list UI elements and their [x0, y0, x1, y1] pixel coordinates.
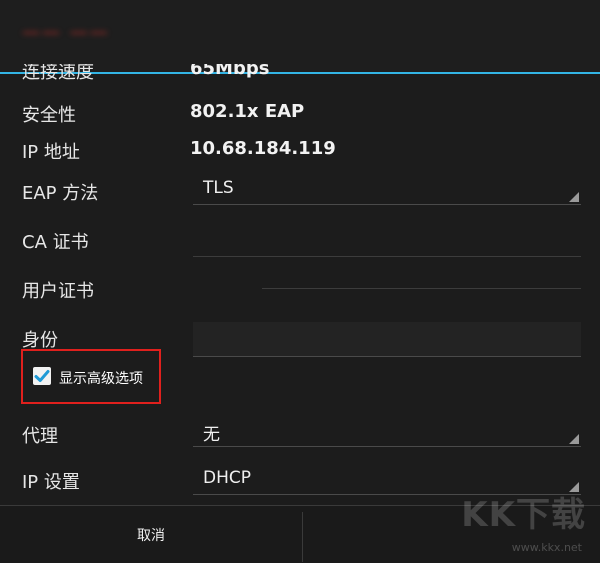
ip-address-value: 10.68.184.119	[190, 138, 336, 159]
link-speed-value: 65Mbps	[190, 64, 270, 79]
watermark-url: www.kkx.net	[511, 541, 582, 554]
ip-settings-label: IP 设置	[22, 472, 80, 493]
security-value: 802.1x EAP	[190, 101, 305, 122]
dialog-title: —— ——	[22, 22, 110, 43]
proxy-label: 代理	[22, 426, 58, 447]
user-cert-spinner[interactable]	[262, 288, 581, 289]
ip-settings-value: DHCP	[203, 468, 251, 488]
cancel-button[interactable]: 取消	[0, 506, 302, 563]
dropdown-arrow-icon	[569, 434, 579, 444]
user-cert-label: 用户证书	[22, 281, 94, 302]
eap-method-label: EAP 方法	[22, 183, 99, 204]
proxy-spinner[interactable]: 无	[193, 418, 581, 447]
show-advanced-checkbox[interactable]	[33, 367, 51, 385]
eap-method-spinner[interactable]: TLS	[193, 176, 581, 205]
link-speed-label: 连接速度	[22, 64, 94, 83]
dropdown-arrow-icon	[569, 192, 579, 202]
ca-cert-label: CA 证书	[22, 232, 89, 253]
highlight-box: 显示高级选项	[21, 349, 161, 404]
ca-cert-spinner[interactable]	[193, 256, 581, 257]
watermark-logo: KK下载	[461, 495, 586, 535]
proxy-value: 无	[203, 425, 220, 445]
show-advanced-label: 显示高级选项	[59, 371, 143, 387]
security-label: 安全性	[22, 105, 76, 126]
checkmark-icon	[34, 370, 50, 382]
identity-input[interactable]	[193, 322, 581, 357]
ip-address-label: IP 地址	[22, 142, 80, 163]
dialog-title-bar: —— ——	[0, 0, 600, 72]
eap-method-value: TLS	[203, 178, 234, 198]
